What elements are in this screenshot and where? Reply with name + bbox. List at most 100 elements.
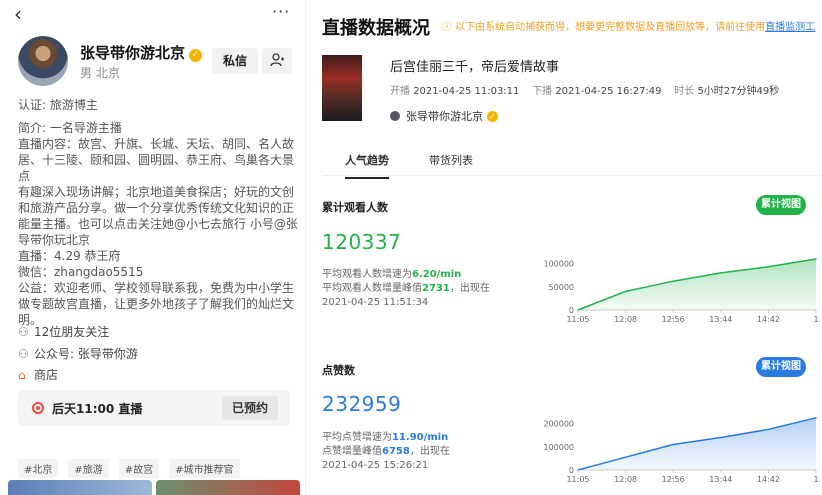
tag-list: #北京 #旅游 #故宫 #城市推荐官 (18, 459, 240, 478)
y-tick-label: 100000 (543, 443, 574, 452)
likes-peak-suffix: ，出现在 (409, 446, 450, 457)
likes-stat-line: 点赞增量峰值6758，出现在 (322, 445, 522, 459)
data-point (720, 436, 722, 439)
bio-line: 直播：4.29 恭王府 (18, 249, 121, 263)
viewers-speed: 6.20/min (412, 269, 462, 280)
viewers-title: 累计观看人数 (322, 201, 388, 214)
bio: 简介: 一名导游主播 直播内容：故宫、升旗、长城、天坛、胡同、名人故 居、十三陵… (18, 120, 298, 328)
bio-line: 直播内容：故宫、升旗、长城、天坛、胡同、名人故 (18, 137, 295, 151)
x-tick-label: 1 (813, 475, 818, 484)
viewers-cumulative-button[interactable]: 累计视图 (756, 195, 806, 215)
reserved-button[interactable]: 已预约 (222, 396, 278, 420)
verified-icon: ✓ (487, 111, 498, 122)
likes-speed: 11.90/min (392, 432, 449, 443)
back-icon[interactable]: ‹ (14, 2, 22, 26)
likes-total: 232959 (322, 392, 402, 416)
bio-line: 导带你玩北京 (18, 233, 91, 247)
y-tick-label: 50000 (549, 283, 574, 292)
shop-link[interactable]: ⌂ 商店 (18, 366, 58, 383)
series-area (578, 259, 816, 310)
x-tick-label: 14:42 (757, 315, 780, 324)
shop-text: 商店 (34, 368, 59, 382)
session-times: 开播 2021-04-25 11:03:11 下播 2021-04-25 16:… (390, 82, 779, 97)
viewers-peak: 2731 (422, 283, 450, 294)
video-thumbnails (8, 480, 305, 495)
x-tick-label: 11:05 (566, 475, 589, 484)
likes-peak-label: 点赞增量峰值 (322, 446, 382, 457)
friends-following[interactable]: ⚇ 12位朋友关注 (18, 323, 109, 340)
data-point (672, 443, 674, 446)
verified-icon: ✓ (189, 49, 203, 62)
x-tick-label: 12:08 (614, 315, 637, 324)
official-account-text: 公众号: 张导带你游 (34, 347, 138, 361)
page-title: 直播数据概况 (322, 18, 430, 39)
tab-popularity[interactable]: 人气趋势 (345, 152, 389, 179)
y-tick-label: 200000 (543, 420, 574, 429)
viewers-peak-label: 平均观看人数增量峰值 (322, 283, 422, 294)
tag[interactable]: #北京 (18, 459, 59, 478)
x-tick-label: 1 (813, 315, 818, 324)
likes-speed-label: 平均点赞增速为 (322, 432, 392, 443)
x-tick-label: 13:44 (709, 475, 732, 484)
bio-line: 能量主播。也可以点击关注她@小七去旅行 小号@张 (18, 217, 298, 231)
video-thumbnail[interactable] (8, 480, 152, 495)
profile-name: 张导带你游北京 ✓ (80, 42, 203, 63)
likes-stats: 平均点赞增速为11.90/min 点赞增量峰值6758，出现在 2021-04-… (322, 431, 522, 473)
live-icon (32, 402, 44, 414)
data-point (720, 272, 722, 274)
gender-location: 男 北京 (80, 66, 120, 80)
notice-text: ⓘ 以下由系统自动捕获而得，想要更完整数据及直播回放等，请前往使用 (442, 22, 766, 33)
start-time: 2021-04-25 11:03:11 (413, 86, 520, 97)
x-tick-label: 12:56 (662, 475, 685, 484)
y-tick-label: 0 (569, 466, 574, 475)
live-schedule-text: 后天11:00 直播 (52, 402, 143, 416)
profile-panel: ‹ ··· 张导带你游北京 ✓ 男 北京 私信 认证: 旅游博主 简介: 一名导游… (0, 0, 305, 495)
session-cover-image[interactable] (322, 55, 362, 121)
avatar[interactable] (18, 36, 68, 86)
friends-icon: ⚇ (18, 325, 29, 339)
session-host: 张导带你游北京 ✓ (390, 108, 498, 124)
x-tick-label: 12:08 (614, 475, 637, 484)
viewers-chart: 0 50000 100000 11:05 12:08 12:56 13:44 14:42 1 (543, 258, 819, 324)
bio-line: 做专题故宫直播，让更多外地孩子了解我们的灿烂文 (18, 297, 295, 311)
notice: ⓘ 以下由系统自动捕获而得，想要更完整数据及直播回放等，请前往使用直播监测工 (442, 18, 815, 33)
friends-following-text: 12位朋友关注 (34, 325, 110, 339)
live-schedule-card[interactable]: 后天11:00 直播 已预约 (18, 390, 290, 426)
message-button[interactable]: 私信 (212, 48, 258, 74)
tab-bar: 人气趋势 带货列表 (322, 142, 822, 179)
end-label: 下播 (532, 86, 553, 97)
likes-title: 点赞数 (322, 364, 355, 377)
monitor-tool-link[interactable]: 直播监测工 (765, 22, 815, 33)
viewers-stats: 平均观看人数增速为6.20/min 平均观看人数增量峰值2731，出现在 202… (322, 268, 522, 310)
official-account[interactable]: ⚇ 公众号: 张导带你游 (18, 345, 138, 362)
x-tick-label: 14:42 (757, 475, 780, 484)
bio-line: 和旅游产品分享。做一个分享优秀传统文化知识的正 (18, 201, 295, 215)
bio-line: 居、十三陵、颐和园、圆明园、恭王府、鸟巢各大景点 (18, 153, 295, 183)
tab-goods-list[interactable]: 带货列表 (429, 152, 473, 168)
data-point (624, 456, 627, 459)
viewers-peak-suffix: ，出现在 (449, 283, 490, 294)
bio-line: 简介: 一名导游主播 (18, 121, 122, 135)
host-name: 张导带你游北京 (406, 110, 483, 123)
start-label: 开播 (390, 86, 410, 97)
tag[interactable]: #故宫 (118, 459, 160, 478)
tag[interactable]: #旅游 (68, 459, 109, 478)
duration-label: 时长 (674, 86, 695, 97)
bio-line: 公益：欢迎老师、学校领导联系我，免费为中小学生 (18, 281, 295, 295)
likes-stat-line: 平均点赞增速为11.90/min (322, 431, 522, 445)
x-tick-label: 13:44 (709, 315, 732, 324)
data-point (815, 258, 817, 260)
x-tick-label: 11:05 (566, 315, 589, 324)
official-account-icon: ⚇ (18, 347, 29, 361)
data-point (624, 290, 627, 293)
follow-button[interactable] (262, 48, 292, 74)
video-thumbnail[interactable] (156, 480, 300, 495)
more-icon[interactable]: ··· (272, 2, 290, 21)
tag[interactable]: #城市推荐官 (169, 459, 240, 478)
profile-name-text: 张导带你游北京 (80, 44, 186, 62)
x-tick-label: 12:56 (662, 315, 685, 324)
y-tick-label: 100000 (543, 260, 574, 269)
session-title: 后宫佳丽三千，帝后爱情故事 (390, 60, 560, 75)
viewers-stat-line: 平均观看人数增速为6.20/min (322, 268, 522, 282)
likes-cumulative-button[interactable]: 累计视图 (756, 357, 806, 377)
